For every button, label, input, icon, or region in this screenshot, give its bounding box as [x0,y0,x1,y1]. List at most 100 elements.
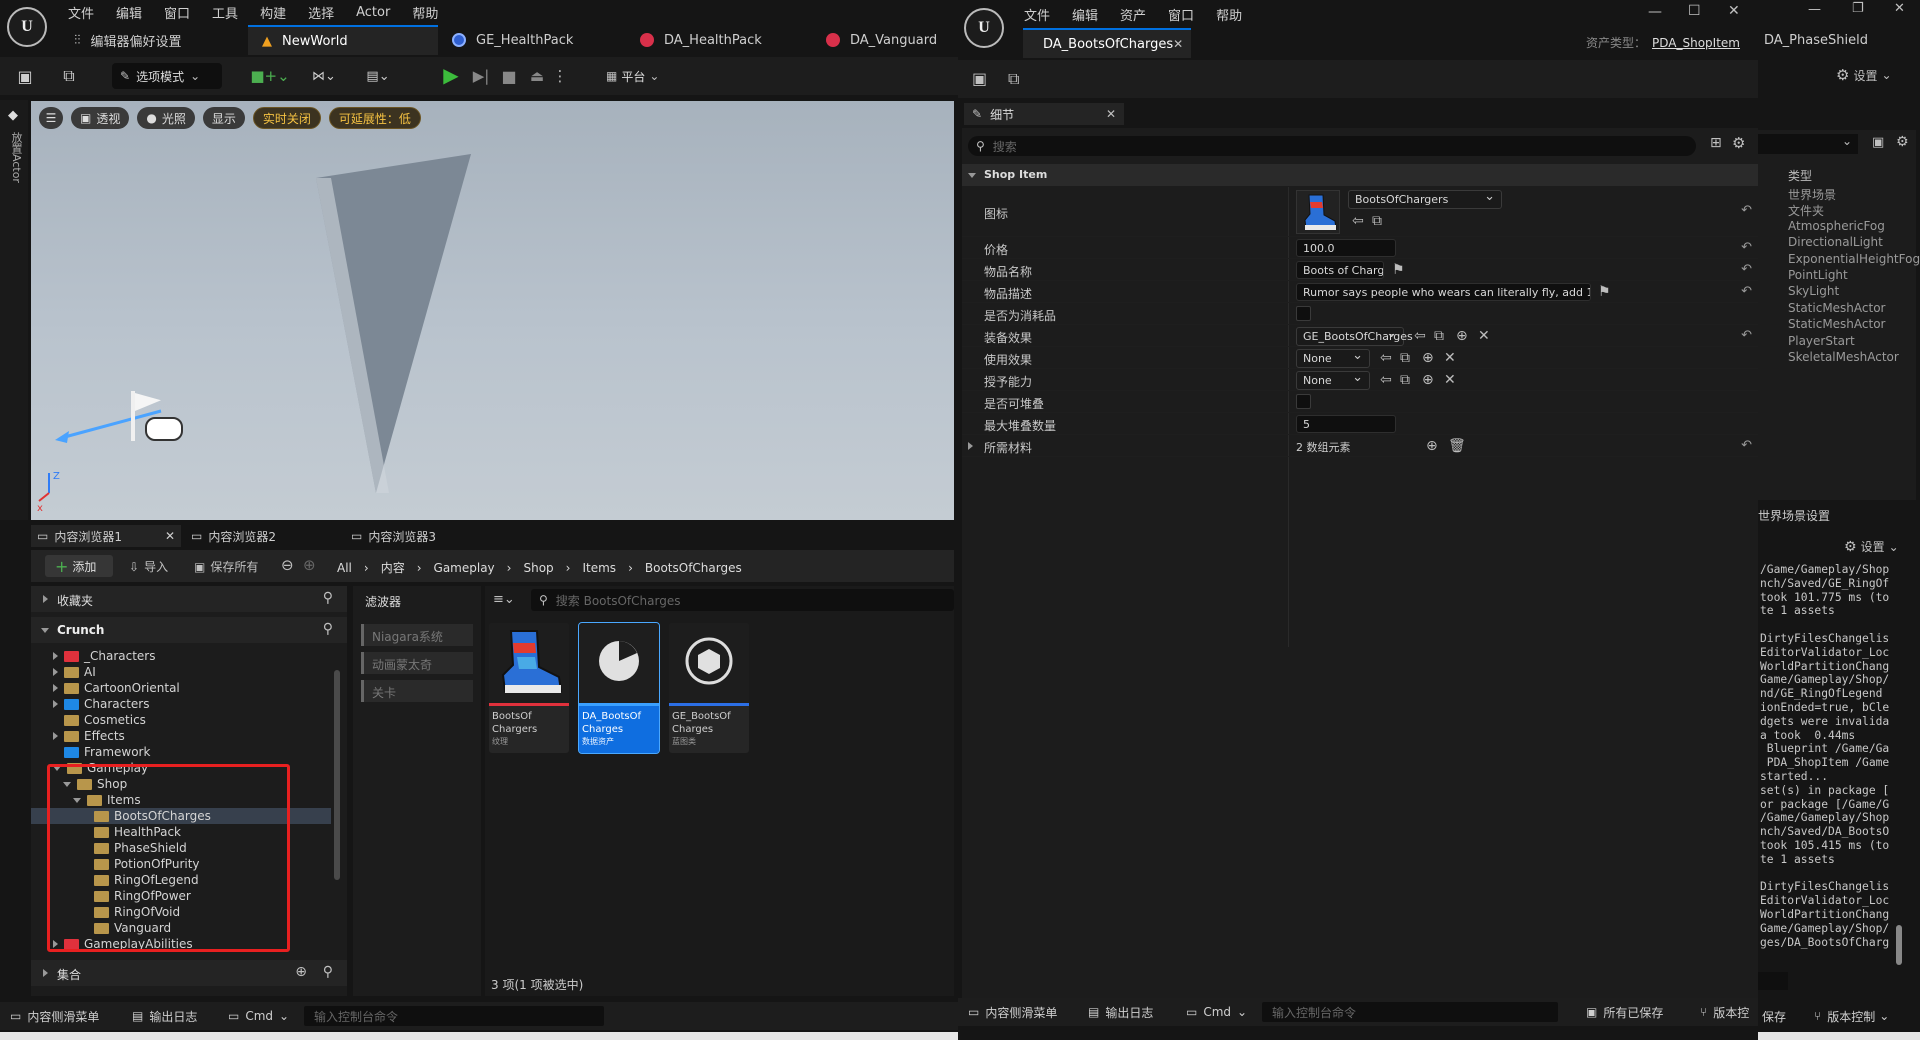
add-icon[interactable]: ⊕ [1422,373,1434,387]
gear-icon[interactable]: ⚙ [1732,134,1745,152]
expand-arrow-icon[interactable] [53,684,58,692]
reset-icon[interactable]: ↶ [1741,328,1752,343]
use-selected-icon[interactable]: ⇦ [1380,351,1392,365]
type-column-header[interactable]: 类型 [1788,167,1812,184]
filter-anim-montage[interactable]: 动画蒙太奇 [361,652,473,674]
search-icon[interactable]: ⚲ [323,964,333,980]
breadcrumb-item[interactable]: All [337,561,352,575]
prop-materials-row[interactable]: 所需材料 2 数组元素 ⊕ 🗑 ↶ [962,435,1760,457]
platform-dropdown[interactable]: ▦ 平台 ⌄ [606,65,659,87]
maximize-button[interactable]: ☐ [1688,3,1701,19]
minimize-button[interactable]: — [1648,4,1662,20]
name-input[interactable]: Boots of Charges [1296,261,1384,279]
grant-ability-dropdown[interactable]: None [1296,370,1370,390]
breadcrumb-item[interactable]: BootsOfCharges [645,561,742,575]
tab-da-phaseshield[interactable]: DA_PhaseShield [1764,33,1868,48]
reset-icon[interactable]: ↶ [1741,203,1752,218]
tree-item-ai[interactable]: AI [31,664,331,680]
clear-icon[interactable]: ✕ [1478,329,1490,343]
browse-icon[interactable]: ⧉ [1008,69,1019,89]
close-window-button[interactable]: ✕ [1728,3,1740,19]
content-drawer-button[interactable]: ▭ 内容侧滑菜单 [968,998,1057,1026]
expand-arrow-icon[interactable] [53,700,58,708]
details-tab[interactable]: ✎ 细节 ✕ [964,103,1124,125]
localization-flag-icon[interactable]: ⚑ [1392,263,1405,277]
reset-icon[interactable]: ↶ [1741,284,1752,299]
close-window-button[interactable]: ✕ [1894,1,1905,16]
blueprint-menu-icon[interactable]: ⋈⌄ [306,65,342,87]
outliner-item[interactable]: AtmosphericFog [1788,219,1885,233]
content-drawer-button[interactable]: ▭ 内容侧滑菜单 [10,1002,99,1030]
delete-all-icon[interactable]: 🗑 [1448,439,1466,453]
filter-dropdown-icon[interactable]: ≡⌄ [493,592,515,607]
menu-window[interactable]: 窗口 [1168,5,1194,24]
console-input[interactable]: 输入控制台命令 [1262,1002,1558,1022]
menu-file[interactable]: 文件 [68,3,94,22]
tab-da-healthpack[interactable]: DA_HealthPack [626,25,812,55]
clear-icon[interactable]: ✕ [1444,351,1456,365]
more-options-icon[interactable]: ⋮ [553,64,568,88]
crunch-header[interactable]: Crunch ⚲ [31,617,347,643]
tab-content-browser-3[interactable]: ▭ 内容浏览器3 [341,525,501,547]
console-input[interactable]: 输入控制台命令 [304,1006,604,1026]
log-filter-input[interactable] [1758,972,1788,990]
browse-asset-icon[interactable]: ⧉ [1400,373,1410,387]
tree-item-characters[interactable]: _Characters [31,648,331,664]
add-actor-icon[interactable]: ■+⌄ [250,65,289,87]
asset-tile-blueprint[interactable]: GE_BootsOf Charges 蓝图类 [669,623,749,753]
save-icon[interactable]: ▣ [14,65,36,87]
tree-scrollbar[interactable] [334,670,340,880]
icon-thumbnail[interactable] [1296,190,1340,234]
save-icon[interactable]: ▣ [972,69,987,88]
tab-content-browser-2[interactable]: ▭ 内容浏览器2 [181,525,341,547]
add-icon[interactable]: ⊕ [1422,351,1434,365]
expand-arrow-icon[interactable] [53,668,58,676]
version-control-button[interactable]: ⑂ 版本控制 ⌄ [1814,1002,1889,1030]
outliner-item[interactable]: 文件夹 [1788,202,1824,219]
close-icon[interactable]: ✕ [1106,107,1116,121]
add-button[interactable]: + 添加 [45,555,113,577]
use-selected-icon[interactable]: ⇦ [1352,214,1364,228]
asset-tile-texture[interactable]: BootsOf Chargers 纹理 [489,623,569,753]
category-shop-item[interactable]: Shop Item [962,164,1760,186]
menu-edit[interactable]: 编辑 [1072,5,1098,24]
version-control-button[interactable]: ⑂ 版本控 [1700,998,1749,1026]
tree-item-effects[interactable]: Effects [31,728,331,744]
restore-button[interactable]: ❐ [1852,1,1864,16]
all-saved-button[interactable]: ▣ 所有已保存 [1586,998,1663,1026]
add-folder-icon[interactable]: ▣ [1872,135,1884,150]
place-actors-label[interactable]: 放置Actor [8,132,24,183]
menu-file[interactable]: 文件 [1024,5,1050,24]
outliner-item[interactable]: StaticMeshActor [1788,317,1885,331]
step-icon[interactable]: ▶| [470,64,492,88]
settings-button[interactable]: ⚙ 设置 ⌄ [1836,66,1892,84]
localization-flag-icon[interactable]: ⚑ [1598,285,1611,299]
play-icon[interactable]: ▶ [440,63,462,87]
favorites-header[interactable]: 收藏夹 ⚲ [31,586,347,612]
details-search-input[interactable]: ⚲ 搜索 [968,136,1696,156]
filter-niagara[interactable]: Niagara系统 [361,624,473,646]
reset-icon[interactable]: ↶ [1741,240,1752,255]
tab-da-bootsofcharges[interactable]: DA_BootsOfCharges ✕ [1023,28,1191,58]
use-selected-icon[interactable]: ⇦ [1380,373,1392,387]
output-log-button[interactable]: ▤ 输出日志 [132,1002,197,1030]
outliner-item[interactable]: DirectionalLight [1788,235,1883,249]
gear-icon[interactable]: ⚙ [1896,134,1909,150]
save-all-button[interactable]: ▣ 保存所有 [194,558,258,575]
tree-item-cartoonoriental[interactable]: CartoonOriental [31,680,331,696]
forward-icon[interactable]: ⊕ [303,556,316,574]
expand-arrow-icon[interactable] [53,652,58,660]
outliner-item[interactable]: 世界场景 [1788,186,1836,203]
output-log-button[interactable]: ▤ 输出日志 [1088,998,1153,1026]
log-scrollbar[interactable] [1896,925,1902,965]
description-input[interactable]: Rumor says people who wears can literall… [1296,283,1591,301]
save-button[interactable]: 保存 [1762,1002,1786,1030]
tree-item-cosmetics[interactable]: Cosmetics [31,712,331,728]
use-effect-dropdown[interactable]: None [1296,348,1370,368]
world-settings-tab[interactable]: 世界场景设置 [1758,507,1830,524]
add-icon[interactable]: ⊕ [1456,329,1468,343]
level-viewport[interactable]: ☰ ▣ 透视 ● 光照 显示 实时关闭 可延展性：低 Z x [31,101,954,520]
unreal-logo[interactable]: U [7,7,47,47]
equip-effect-dropdown[interactable]: GE_BootsOfCharges [1296,326,1413,346]
menu-asset[interactable]: 资产 [1120,5,1146,24]
